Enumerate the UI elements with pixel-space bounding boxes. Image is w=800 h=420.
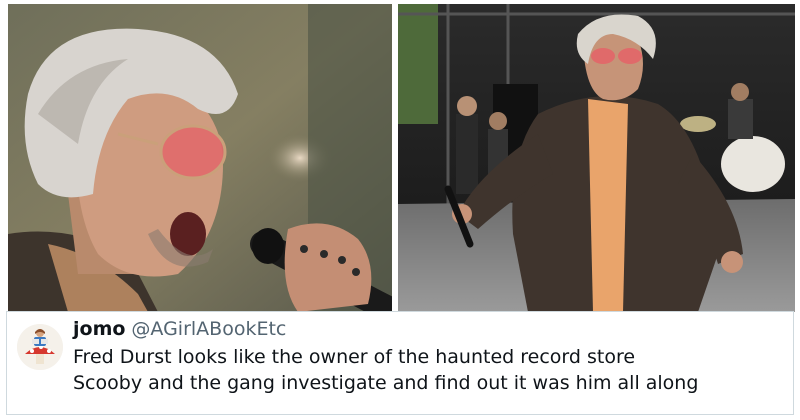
photo-right-illustration	[398, 4, 795, 312]
tweet-card: jomo @AGirlABookEtc Fred Durst looks like…	[6, 311, 794, 415]
tweet-text-line: Scooby and the gang investigate and find…	[73, 372, 699, 394]
avatar-illustration	[17, 324, 63, 370]
display-name[interactable]: jomo	[73, 318, 125, 340]
tweet-text: Fred Durst looks like the owner of the h…	[73, 344, 791, 396]
tweet-header: jomo @AGirlABookEtc	[73, 317, 286, 341]
photo-right	[398, 4, 795, 312]
user-handle[interactable]: @AGirlABookEtc	[131, 318, 286, 340]
tweet-text-line: Fred Durst looks like the owner of the h…	[73, 346, 636, 368]
photo-left-illustration	[8, 4, 392, 312]
avatar[interactable]	[17, 324, 63, 370]
photo-left	[8, 4, 392, 312]
